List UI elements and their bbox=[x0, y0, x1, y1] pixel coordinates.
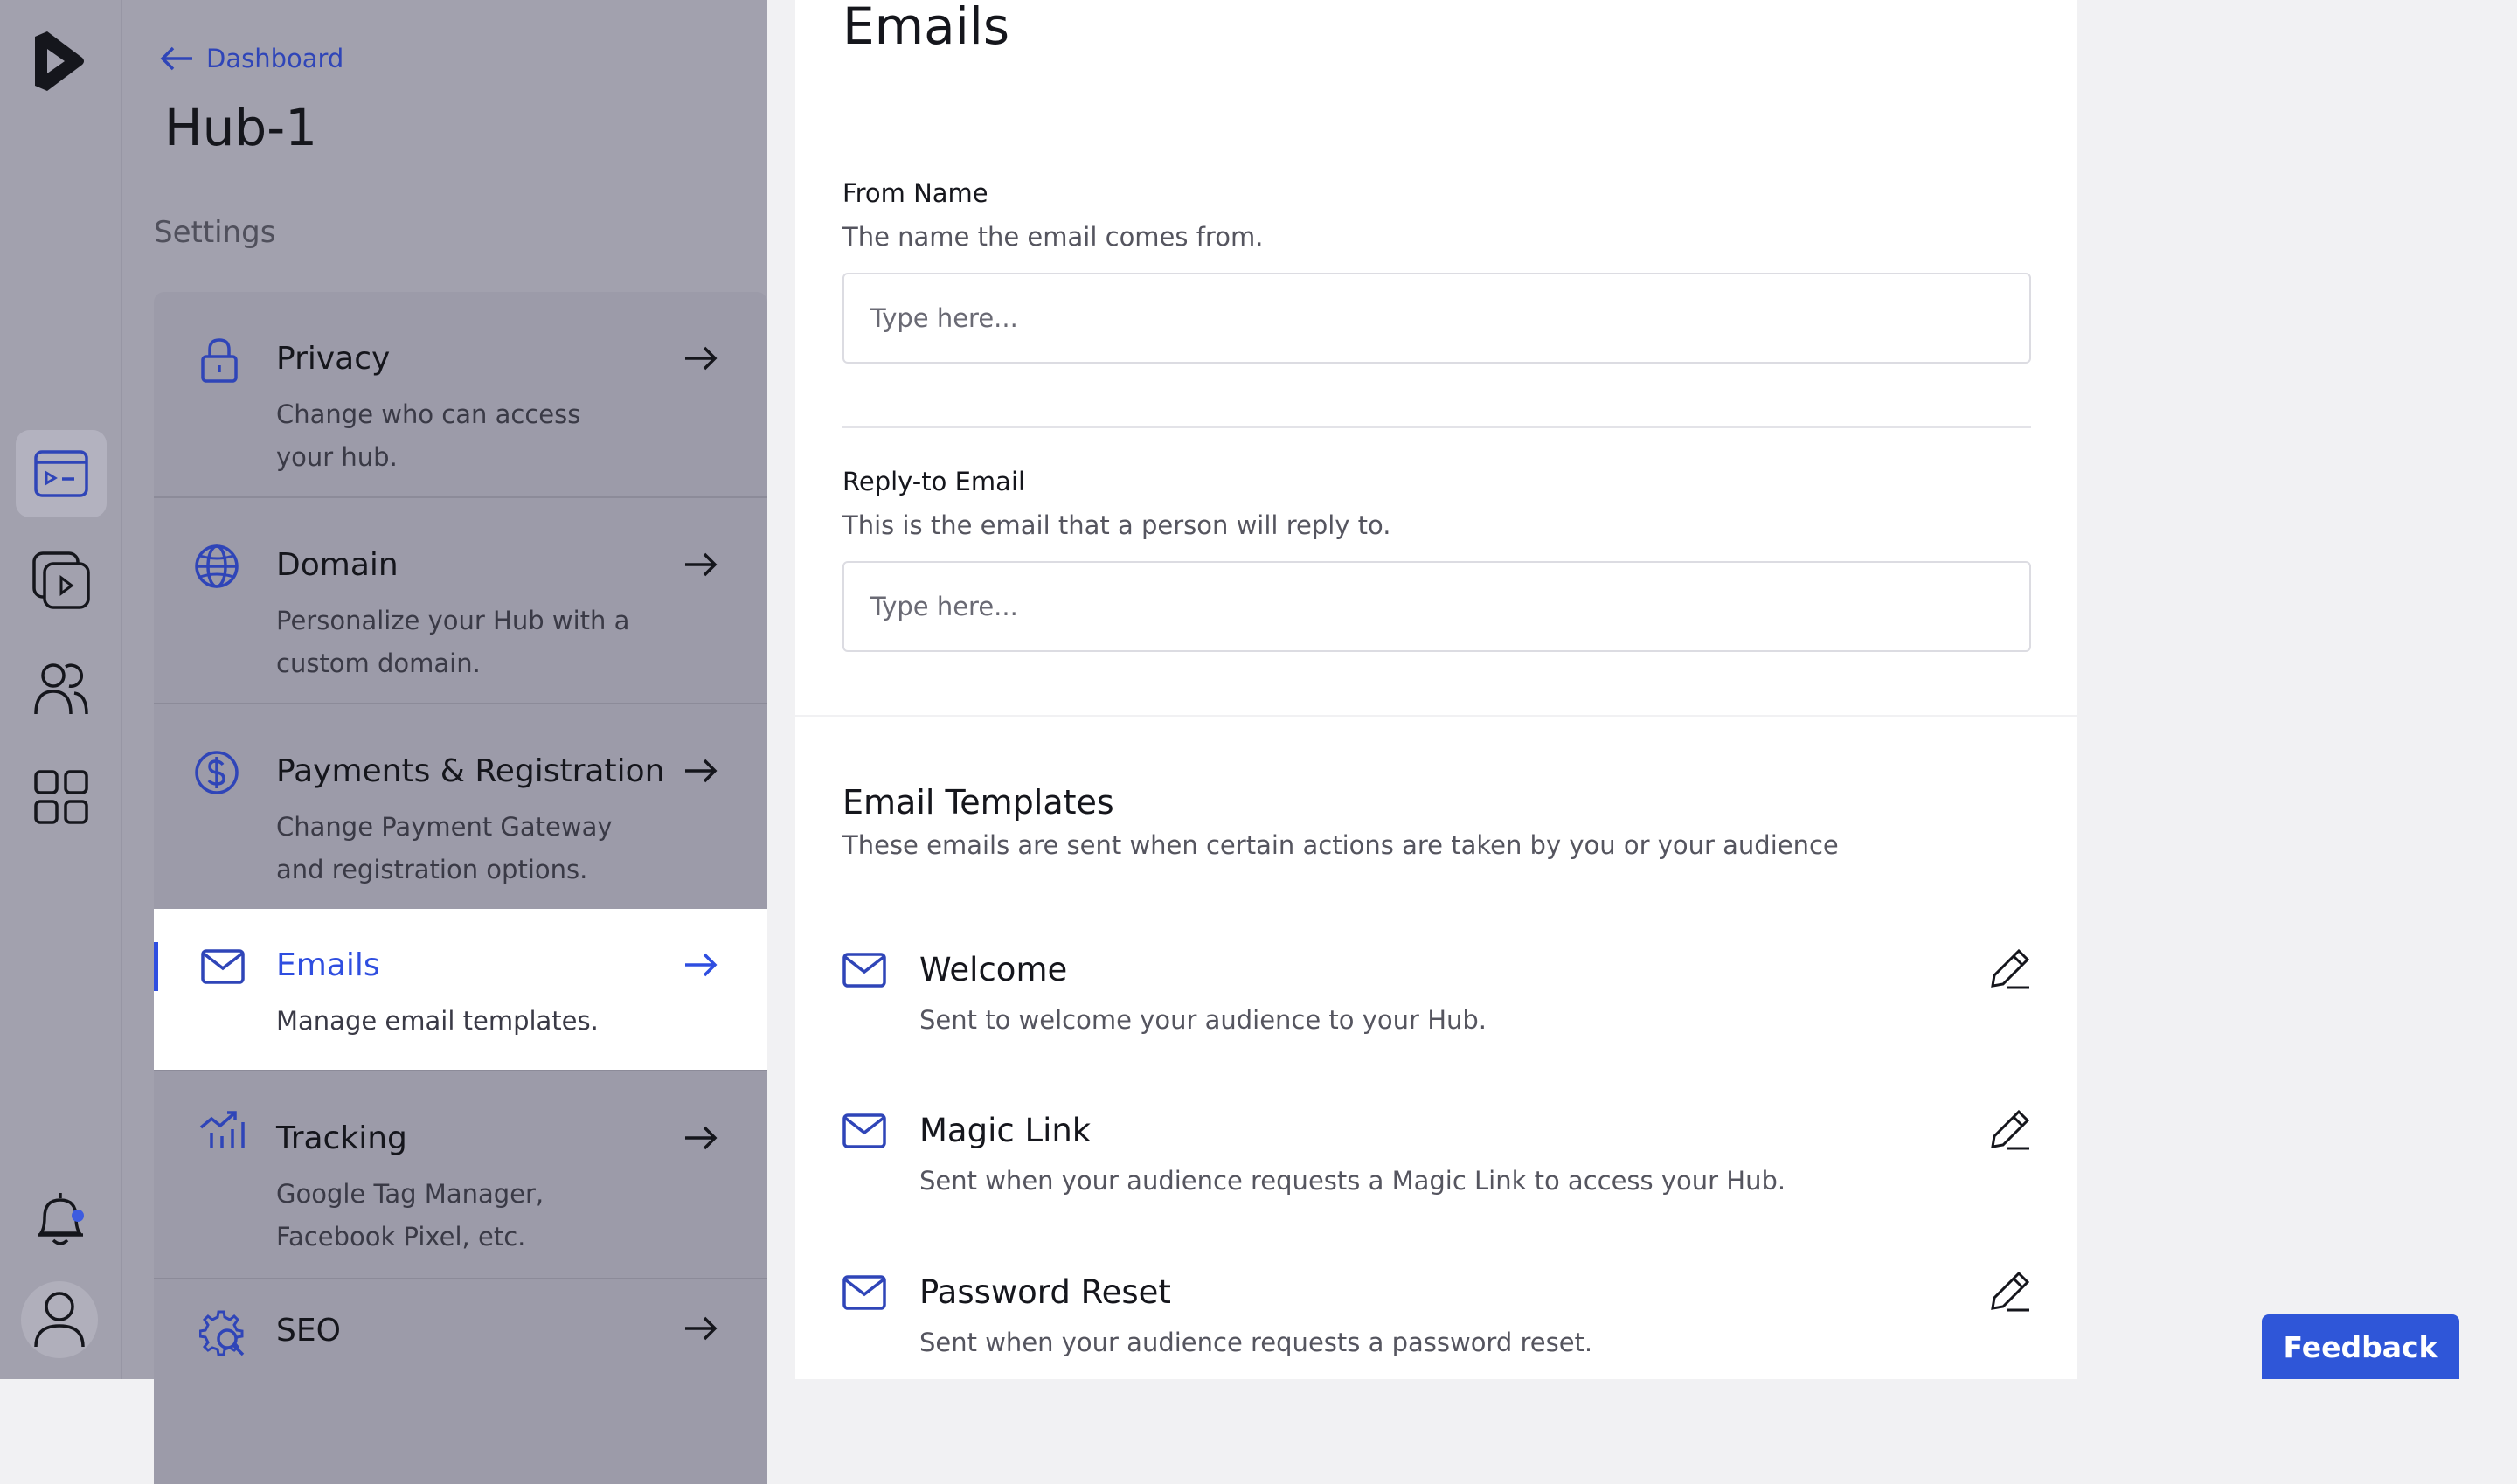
menu-item-tracking[interactable]: Tracking Google Tag Manager, Facebook Pi… bbox=[154, 1070, 767, 1278]
videos-nav-button[interactable] bbox=[16, 537, 107, 624]
menu-item-description: Google Tag Manager, Facebook Pixel, etc. bbox=[276, 1179, 544, 1252]
template-description: Sent to welcome your audience to your Hu… bbox=[919, 1005, 1487, 1035]
bell-icon bbox=[34, 1191, 88, 1249]
arrow-right-icon bbox=[683, 953, 718, 977]
reply-to-email-input[interactable] bbox=[842, 561, 2031, 652]
page-title: Emails bbox=[842, 0, 1010, 56]
user-avatar[interactable] bbox=[21, 1281, 98, 1358]
dollar-icon bbox=[194, 750, 239, 795]
mail-icon bbox=[201, 949, 245, 984]
menu-item-seo[interactable]: SEO bbox=[154, 1278, 767, 1484]
menu-item-title: Privacy bbox=[276, 341, 391, 377]
templates-help: These emails are sent when certain actio… bbox=[842, 830, 1839, 860]
arrow-right-icon bbox=[683, 346, 718, 371]
arrow-right-icon bbox=[683, 759, 718, 783]
menu-item-privacy[interactable]: Privacy Change who can access your hub. bbox=[154, 292, 767, 496]
hubs-nav-button[interactable] bbox=[16, 430, 107, 517]
from-name-help: The name the email comes from. bbox=[842, 222, 1264, 252]
feedback-button[interactable]: Feedback bbox=[2262, 1314, 2459, 1379]
edit-pencil-icon[interactable] bbox=[1989, 947, 2031, 989]
email-sender-settings-card: Emails From Name The name the email come… bbox=[795, 0, 2077, 715]
menu-item-description: Personalize your Hub with a custom domai… bbox=[276, 606, 630, 678]
menu-item-title: SEO bbox=[276, 1313, 341, 1349]
template-description: Sent when your audience requests a Magic… bbox=[919, 1166, 1786, 1196]
template-description: Sent when your audience requests a passw… bbox=[919, 1328, 1593, 1357]
app-rail bbox=[0, 0, 122, 1379]
hubs-icon bbox=[34, 450, 88, 497]
template-row-password-reset: Password Reset Sent when your audience r… bbox=[842, 1270, 2031, 1401]
edit-pencil-icon[interactable] bbox=[1989, 1108, 2031, 1150]
from-name-label: From Name bbox=[842, 178, 988, 208]
people-nav-button[interactable] bbox=[16, 645, 107, 732]
menu-item-description: Change Payment Gateway and registration … bbox=[276, 812, 613, 884]
menu-item-title: Domain bbox=[276, 547, 399, 583]
template-name: Welcome bbox=[919, 951, 1068, 988]
from-name-input[interactable] bbox=[842, 273, 2031, 364]
arrow-right-icon bbox=[683, 1316, 718, 1341]
template-name: Magic Link bbox=[919, 1112, 1092, 1149]
menu-item-title: Tracking bbox=[276, 1120, 407, 1156]
settings-panel: Dashboard Hub-1 Settings Privacy Change … bbox=[122, 0, 767, 1484]
email-templates-card: Email Templates These emails are sent wh… bbox=[795, 717, 2077, 1379]
mail-icon bbox=[842, 1113, 886, 1148]
chart-up-icon bbox=[199, 1110, 246, 1150]
mail-icon bbox=[842, 1275, 886, 1310]
template-name: Password Reset bbox=[919, 1273, 1171, 1311]
template-row-magic-link: Magic Link Sent when your audience reque… bbox=[842, 1108, 2031, 1239]
hub-title: Hub-1 bbox=[164, 98, 318, 157]
section-divider bbox=[842, 426, 2031, 428]
settings-heading: Settings bbox=[154, 215, 276, 250]
arrow-right-icon bbox=[683, 552, 718, 577]
menu-item-description: Change who can access your hub. bbox=[276, 399, 581, 472]
menu-item-title: Payments & Registration bbox=[276, 753, 665, 789]
arrow-left-icon bbox=[159, 46, 194, 71]
back-to-dashboard-link[interactable]: Dashboard bbox=[159, 44, 343, 73]
menu-item-description: Manage email templates. bbox=[276, 1006, 599, 1036]
gear-search-icon bbox=[199, 1309, 248, 1358]
menu-item-domain[interactable]: Domain Personalize your Hub with a custo… bbox=[154, 496, 767, 703]
brand-logo-icon[interactable] bbox=[30, 30, 87, 93]
apps-grid-icon bbox=[34, 770, 88, 824]
menu-item-title: Emails bbox=[276, 947, 380, 983]
notifications-button[interactable] bbox=[16, 1176, 107, 1264]
avatar-icon bbox=[34, 1291, 85, 1349]
reply-to-label: Reply-to Email bbox=[842, 467, 1026, 496]
globe-icon bbox=[194, 544, 239, 589]
template-row-welcome: Welcome Sent to welcome your audience to… bbox=[842, 947, 2031, 1078]
menu-item-payments[interactable]: Payments & Registration Change Payment G… bbox=[154, 703, 767, 909]
lock-icon bbox=[199, 337, 239, 383]
videos-icon bbox=[32, 551, 90, 609]
settings-menu: Privacy Change who can access your hub. … bbox=[154, 292, 767, 1484]
reply-to-help: This is the email that a person will rep… bbox=[842, 510, 1391, 540]
menu-item-emails[interactable]: Emails Manage email templates. bbox=[154, 909, 767, 1070]
mail-icon bbox=[842, 953, 886, 988]
apps-nav-button[interactable] bbox=[16, 753, 107, 841]
edit-pencil-icon[interactable] bbox=[1989, 1270, 2031, 1312]
templates-heading: Email Templates bbox=[842, 783, 1114, 822]
people-icon bbox=[34, 662, 88, 716]
back-link-label: Dashboard bbox=[206, 44, 344, 73]
arrow-right-icon bbox=[683, 1126, 718, 1150]
